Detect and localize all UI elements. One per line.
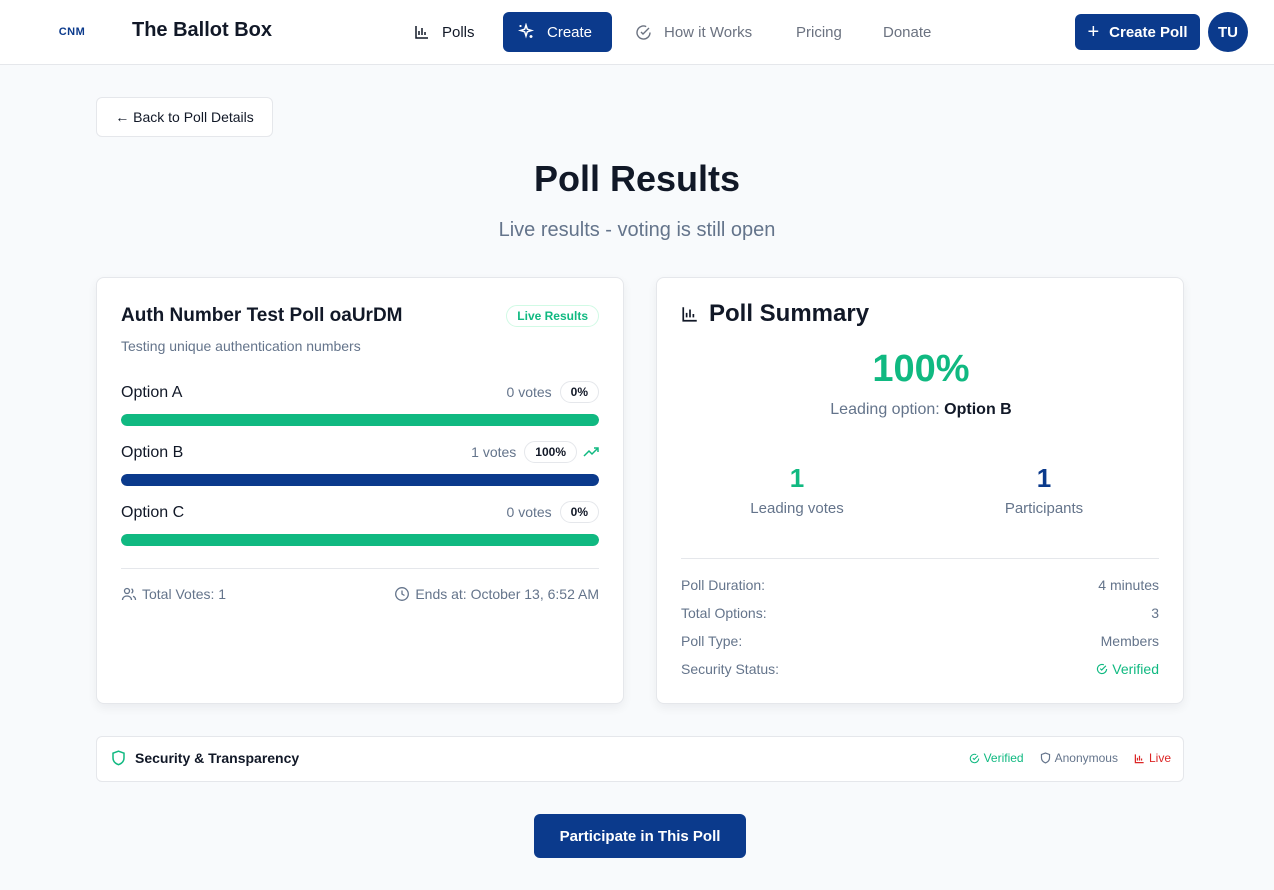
detail-value: 4 minutes	[1098, 577, 1159, 593]
bar-chart-icon	[415, 26, 428, 39]
logo[interactable]: CNM	[52, 20, 92, 44]
shield-icon	[1040, 752, 1050, 764]
page-title: Poll Results	[533, 158, 741, 199]
nav-how-it-works[interactable]: How it Works	[635, 12, 752, 52]
stat-leading-votes: 1 Leading votes	[697, 463, 897, 517]
detail-value: 3	[1151, 605, 1159, 621]
stat-number: 1	[789, 463, 805, 493]
trending-up-icon	[583, 447, 599, 457]
poll-summary-title-text: Poll Summary	[709, 300, 870, 327]
create-poll-button[interactable]: + Create Poll	[1075, 14, 1200, 50]
detail-row-type: Poll Type: Members	[681, 631, 1159, 651]
security-transparency-bar: Security & Transparency Verified Anonymo…	[96, 736, 1184, 782]
detail-label: Security Status:	[681, 661, 780, 677]
security-tags: Verified Anonymous Live	[953, 751, 1171, 765]
detail-value: Members	[1100, 633, 1159, 649]
total-votes-label: Total Votes: 1	[142, 586, 227, 602]
live-results-badge: Live Results	[506, 305, 599, 327]
leading-option-label: Leading option:	[830, 401, 940, 418]
tag-anonymous: Anonymous	[1040, 751, 1118, 765]
security-status-verified: Verified	[1096, 661, 1159, 677]
bar-chart-icon	[682, 307, 697, 322]
security-title: Security & Transparency	[111, 750, 299, 766]
tag-live-label: Live	[1148, 751, 1171, 765]
ends-at-label: Ends at: October 13, 6:52 AM	[415, 586, 599, 602]
detail-row-duration: Poll Duration: 4 minutes	[681, 575, 1159, 595]
plus-icon: +	[1087, 21, 1100, 43]
ends-at: Ends at: October 13, 6:52 AM	[394, 586, 599, 602]
tag-verified-label: Verified	[983, 751, 1024, 765]
option-percent-badge: 0%	[559, 501, 599, 523]
tag-anonymous-label: Anonymous	[1054, 751, 1118, 765]
nav-create-label: Create	[547, 23, 593, 41]
check-circle-icon	[1097, 663, 1108, 675]
detail-row-options: Total Options: 3	[681, 603, 1159, 623]
option-progress-bar	[121, 414, 599, 426]
option-progress-fill	[121, 534, 599, 546]
option-name: Option A	[121, 384, 183, 401]
stat-participants: 1 Participants	[944, 463, 1144, 517]
poll-summary-title: Poll Summary	[681, 300, 869, 328]
detail-label: Total Options:	[681, 605, 767, 621]
option-votes: 0 votes	[506, 504, 552, 520]
option-progress-fill	[121, 474, 599, 486]
option-votes: 0 votes	[506, 384, 552, 400]
divider	[121, 568, 599, 569]
nav-polls-label: Polls	[442, 23, 475, 41]
check-circle-icon	[636, 24, 651, 40]
nav-pricing[interactable]: Pricing	[796, 12, 842, 52]
detail-label: Poll Duration:	[681, 577, 766, 593]
tag-verified: Verified	[969, 751, 1024, 765]
poll-description: Testing unique authentication numbers	[121, 338, 361, 354]
stat-label: Leading votes	[750, 500, 844, 517]
stat-number: 1	[1036, 463, 1052, 493]
security-title-text: Security & Transparency	[135, 750, 300, 766]
tag-live: Live	[1134, 751, 1171, 765]
divider	[681, 558, 1159, 559]
users-icon	[121, 587, 137, 601]
detail-value: Verified	[1112, 661, 1159, 677]
option-percent-badge: 100%	[524, 441, 577, 463]
leading-option: Leading option: Option B	[657, 401, 1185, 419]
brand-name[interactable]: The Ballot Box	[132, 19, 272, 42]
poll-title: Auth Number Test Poll oaUrDM	[121, 305, 403, 326]
nav-how-label: How it Works	[664, 23, 753, 41]
leading-percent: 100%	[872, 348, 970, 390]
option-progress-fill	[121, 414, 599, 426]
sparkles-icon	[517, 23, 535, 39]
option-progress-bar	[121, 534, 599, 546]
check-circle-icon	[969, 753, 979, 763]
option-row: Option A 0 votes 0%	[121, 380, 599, 432]
user-avatar[interactable]: TU	[1208, 12, 1248, 52]
detail-row-security: Security Status: Verified	[681, 659, 1159, 679]
option-percent-badge: 0%	[559, 381, 599, 403]
shield-icon	[112, 750, 125, 766]
option-name: Option B	[121, 444, 184, 461]
poll-results-card: Auth Number Test Poll oaUrDM Live Result…	[96, 277, 624, 704]
option-progress-bar	[121, 474, 599, 486]
stat-label: Participants	[1004, 500, 1084, 517]
poll-summary-card: Poll Summary 100% Leading option: Option…	[656, 277, 1184, 704]
top-nav-bar: CNM The Ballot Box Polls Create How it W…	[0, 0, 1274, 65]
bar-chart-icon	[1134, 753, 1144, 763]
total-votes: Total Votes: 1	[121, 586, 226, 602]
nav-polls[interactable]: Polls	[414, 12, 475, 52]
participate-button[interactable]: Participate in This Poll	[534, 814, 746, 858]
option-votes: 1 votes	[471, 444, 517, 460]
detail-label: Poll Type:	[681, 633, 743, 649]
option-row: Option B 1 votes 100%	[121, 440, 599, 492]
clock-icon	[395, 587, 410, 601]
page-subtitle: Live results - voting is still open	[498, 219, 776, 241]
nav-donate[interactable]: Donate	[883, 12, 931, 52]
leading-option-value: Option B	[944, 401, 1012, 418]
option-name: Option C	[121, 504, 185, 521]
option-row: Option C 0 votes 0%	[121, 500, 599, 552]
create-poll-label: Create Poll	[1109, 23, 1188, 41]
nav-create[interactable]: Create	[503, 12, 612, 52]
back-to-poll-details-button[interactable]: ← Back to Poll Details	[96, 97, 273, 137]
